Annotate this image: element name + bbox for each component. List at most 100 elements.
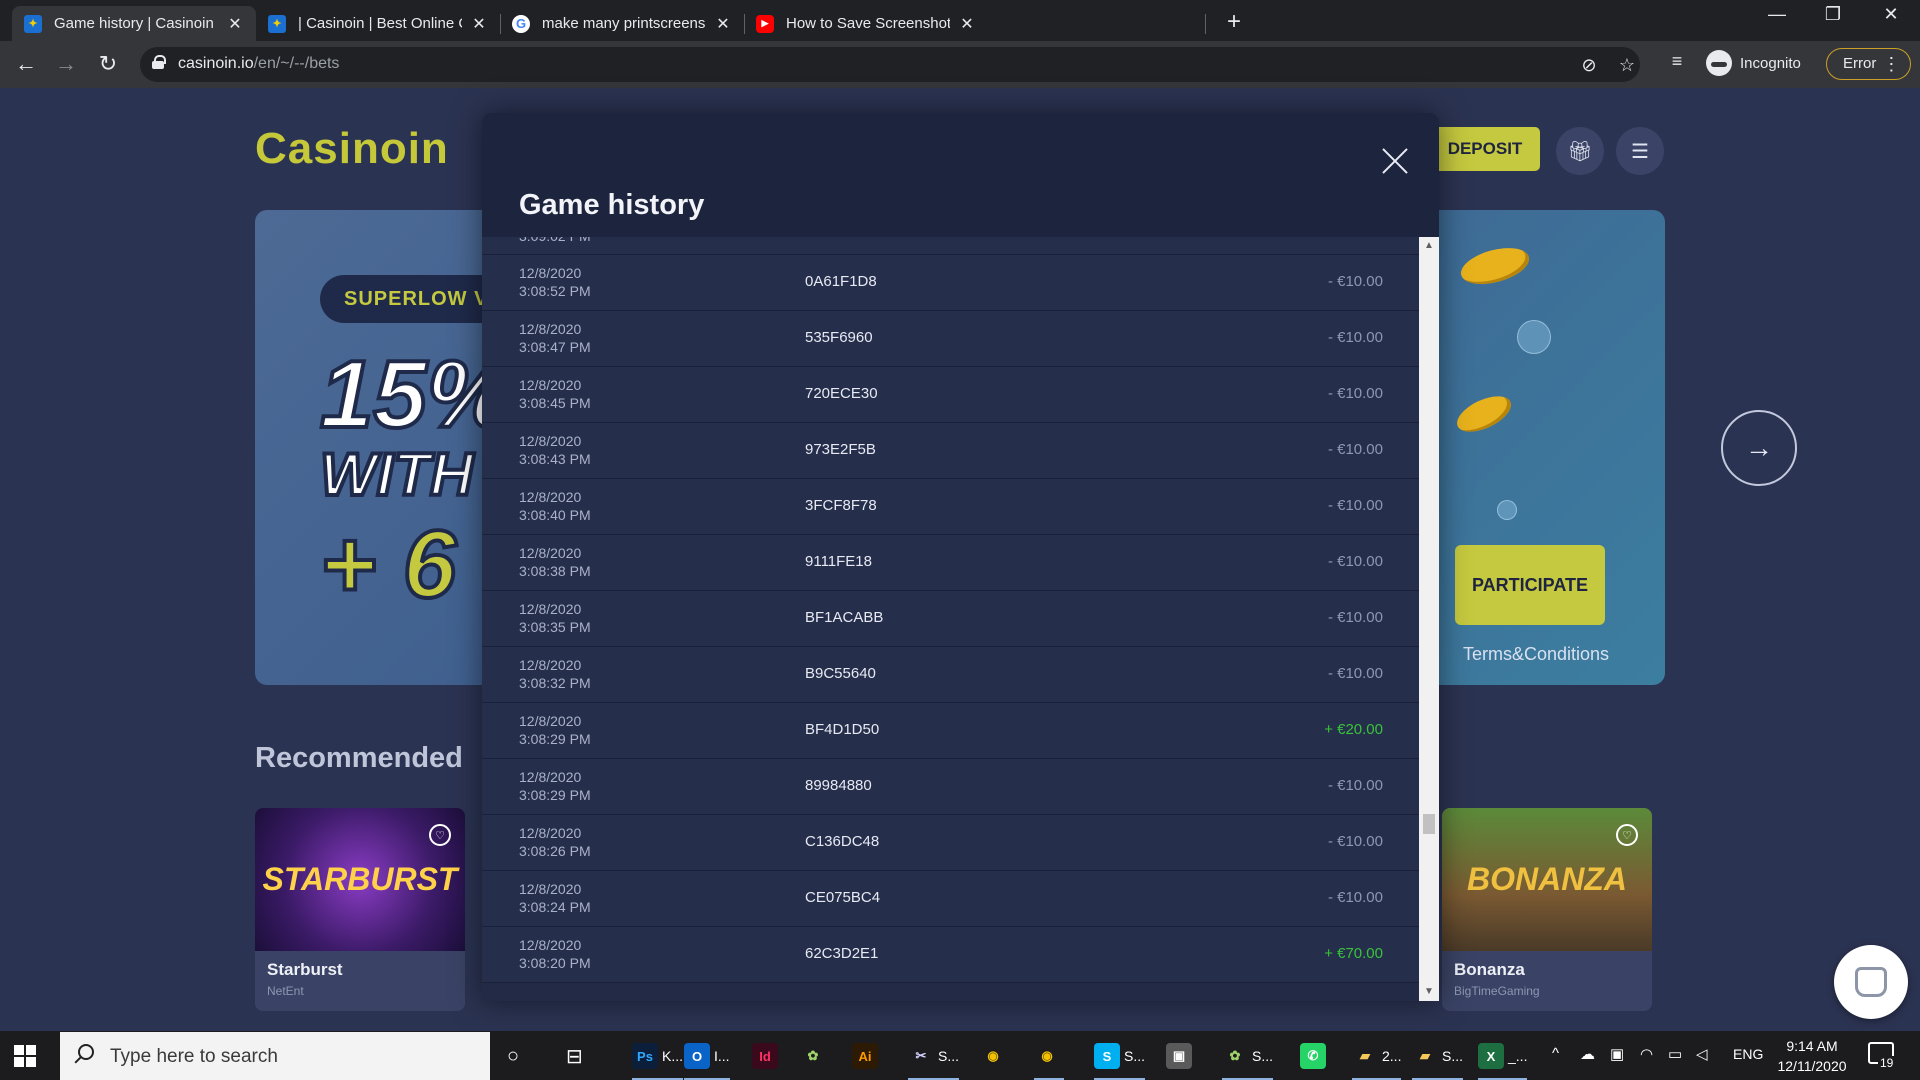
taskbar-app[interactable]: O I... (684, 1037, 730, 1080)
cortana-icon[interactable]: ○ (507, 1037, 519, 1075)
restore-icon[interactable]: ❐ (1818, 4, 1848, 25)
system-clock[interactable]: 9:14 AM 12/11/2020 (1772, 1036, 1852, 1076)
close-tab-icon[interactable]: ✕ (958, 14, 976, 34)
tab-google-search[interactable]: G make many printscreens and save ✕ (500, 6, 744, 41)
row-datetime: 12/8/2020 3:08:20 PM (519, 936, 591, 972)
incognito-profile[interactable]: Incognito (1706, 50, 1801, 76)
table-row[interactable]: 12/8/2020 3:08:26 PM C136DC48 - €10.00 (482, 815, 1419, 871)
taskbar-search-input[interactable]: Type here to search (60, 1032, 490, 1080)
lock-icon[interactable] (152, 55, 166, 69)
table-row[interactable]: 12/8/2020 3:08:29 PM 89984880 - €10.00 (482, 759, 1419, 815)
row-date: 12/8/2020 (519, 713, 582, 729)
taskbar-app[interactable]: S S... (1094, 1037, 1146, 1080)
scroll-down-icon[interactable]: ▼ (1419, 983, 1439, 1001)
address-bar[interactable]: casinoin.io/en/~/--/bets ⊘ ☆ (140, 47, 1640, 82)
scrollbar-thumb[interactable] (1423, 814, 1435, 834)
taskbar-app[interactable]: ✆ (1300, 1037, 1330, 1075)
minimize-icon[interactable]: — (1762, 4, 1792, 25)
window-close-icon[interactable]: ✕ (1876, 4, 1906, 25)
table-row[interactable]: 12/8/2020 3:08:32 PM B9C55640 - €10.00 (482, 647, 1419, 703)
error-menu-button[interactable]: Error ⋮ (1826, 48, 1912, 80)
modal-close-icon[interactable] (1375, 141, 1415, 181)
taskbar-app[interactable]: Id (752, 1037, 782, 1075)
tray-chevron-icon[interactable]: ^ (1552, 1045, 1559, 1062)
scroll-up-icon[interactable]: ▲ (1419, 237, 1439, 255)
history-list[interactable]: 3:09:02 PM 12/8/2020 3:08:52 PM 0A61F1D8 - … (482, 237, 1419, 1001)
hamburger-menu-icon[interactable]: ☰ (1616, 127, 1664, 175)
task-view-icon[interactable]: ⊟ (566, 1037, 583, 1075)
table-row[interactable]: 12/8/2020 3:08:29 PM BF4D1D50 + €20.00 (482, 703, 1419, 759)
participate-button[interactable]: PARTICIPATE (1455, 545, 1605, 625)
forward-arrow-icon[interactable]: → (52, 51, 80, 77)
close-tab-icon[interactable]: ✕ (226, 14, 244, 34)
reading-list-icon[interactable]: ≡ (1666, 51, 1688, 72)
taskbar-app[interactable]: ✂ S... (908, 1037, 960, 1080)
row-date: 12/8/2020 (519, 657, 582, 673)
favorite-heart-icon[interactable]: ♡ (429, 824, 451, 846)
row-time: 3:08:45 PM (519, 395, 591, 411)
new-tab-button[interactable]: + (1222, 8, 1246, 36)
site-logo[interactable]: Casinoin (255, 124, 449, 174)
row-round-id: 973E2F5B (805, 441, 876, 458)
incognito-icon (1706, 50, 1732, 76)
tab-casinoin[interactable]: ✦ | Casinoin | Best Online Casino ✕ (256, 6, 500, 41)
taskbar-app[interactable]: ◉ (1034, 1037, 1064, 1080)
row-round-id: 89984880 (805, 777, 872, 794)
table-row[interactable]: 12/8/2020 3:08:52 PM 0A61F1D8 - €10.00 (482, 255, 1419, 311)
volume-icon[interactable]: ◁ (1696, 1045, 1708, 1063)
gift-icon[interactable]: 🎁︎ (1556, 127, 1604, 175)
taskbar-app-label: S... (938, 1048, 960, 1064)
taskbar-app[interactable]: ✿ S... (1222, 1037, 1274, 1080)
row-datetime: 12/8/2020 3:08:32 PM (519, 656, 591, 692)
eye-off-icon[interactable]: ⊘ (1578, 55, 1600, 76)
taskbar-app[interactable]: ▣ (1166, 1037, 1196, 1075)
tab-game-history[interactable]: ✦ Game history | Casinoin | Best On ✕ (12, 6, 256, 41)
scrollbar[interactable]: ▲ ▼ (1419, 237, 1439, 1001)
row-amount: - €10.00 (1327, 273, 1383, 290)
close-tab-icon[interactable]: ✕ (714, 14, 732, 34)
url-text: casinoin.io/en/~/--/bets (178, 55, 339, 73)
taskbar-app-label: _... (1508, 1048, 1528, 1064)
row-date: 12/8/2020 (519, 601, 582, 617)
game-card-bonanza[interactable]: BONANZA ♡ Bonanza BigTimeGaming (1442, 808, 1652, 1011)
carousel-next-arrow-icon[interactable]: → (1721, 410, 1797, 486)
bookmark-star-icon[interactable]: ☆ (1616, 55, 1638, 76)
onedrive-icon[interactable]: ☁ (1580, 1045, 1595, 1063)
table-row[interactable]: 3:09:02 PM (482, 237, 1419, 255)
wifi-icon[interactable]: ◠ (1640, 1045, 1653, 1063)
deposit-button[interactable]: DEPOSIT (1430, 127, 1540, 171)
table-row[interactable]: 12/8/2020 3:08:38 PM 9111FE18 - €10.00 (482, 535, 1419, 591)
back-arrow-icon[interactable]: ← (12, 51, 40, 77)
taskbar-app[interactable]: Ai (852, 1037, 882, 1075)
table-row[interactable]: 12/8/2020 3:08:24 PM CE075BC4 - €10.00 (482, 871, 1419, 927)
live-chat-button[interactable] (1834, 945, 1908, 1019)
tray-app-icon[interactable]: ▣ (1610, 1045, 1624, 1063)
taskbar-app[interactable]: ▰ S... (1412, 1037, 1464, 1080)
table-row[interactable]: 12/8/2020 3:08:47 PM 535F6960 - €10.00 (482, 311, 1419, 367)
chat-icon (1855, 967, 1887, 997)
table-row[interactable]: 12/8/2020 3:08:40 PM 3FCF8F78 - €10.00 (482, 479, 1419, 535)
taskbar-app[interactable]: ◉ (980, 1037, 1010, 1075)
modal-header: Game history (482, 113, 1439, 237)
row-amount: + €70.00 (1324, 945, 1383, 962)
close-tab-icon[interactable]: ✕ (470, 14, 488, 34)
battery-icon[interactable]: ▭ (1668, 1045, 1682, 1063)
tab-youtube[interactable]: ▶ How to Save Screenshot Automa ✕ (744, 6, 988, 41)
game-card-starburst[interactable]: STARBURST ♡ Starburst NetEnt (255, 808, 465, 1011)
windows-start-icon[interactable] (14, 1045, 36, 1067)
terms-link[interactable]: Terms&Conditions (1463, 644, 1609, 665)
taskbar-app[interactable]: ▰ 2... (1352, 1037, 1402, 1080)
table-row[interactable]: 12/8/2020 3:08:35 PM BF1ACABB - €10.00 (482, 591, 1419, 647)
table-row[interactable]: 12/8/2020 3:08:43 PM 973E2F5B - €10.00 (482, 423, 1419, 479)
table-row[interactable]: 12/8/2020 3:08:45 PM 720ECE30 - €10.00 (482, 367, 1419, 423)
language-indicator[interactable]: ENG (1733, 1046, 1763, 1062)
row-date: 12/8/2020 (519, 769, 582, 785)
table-row[interactable]: 12/8/2020 3:08:20 PM 62C3D2E1 + €70.00 (482, 927, 1419, 983)
favorite-heart-icon[interactable]: ♡ (1616, 824, 1638, 846)
reload-icon[interactable]: ↻ (94, 51, 122, 77)
taskbar-app[interactable]: Ps K... (632, 1037, 684, 1080)
taskbar-app[interactable]: ✿ (800, 1037, 830, 1075)
row-date: 12/8/2020 (519, 265, 582, 281)
taskbar-app[interactable]: X _... (1478, 1037, 1528, 1080)
snip-icon: ✂ (908, 1043, 934, 1069)
